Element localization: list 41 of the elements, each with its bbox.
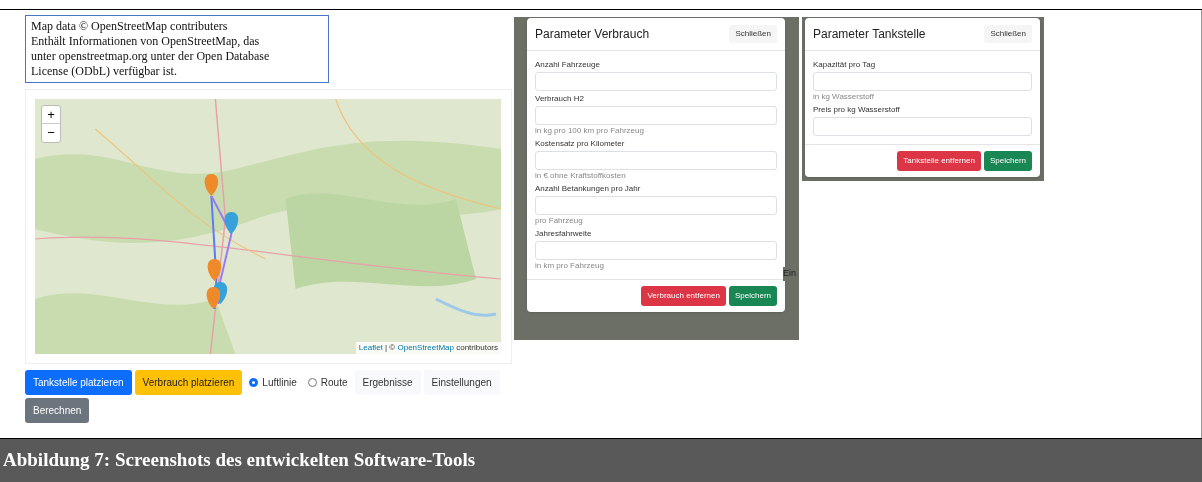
zoom-out-button[interactable]: −: [42, 124, 60, 142]
help-text: in € ohne Kraftstoffkosten: [535, 171, 627, 181]
radio-button[interactable]: [307, 378, 317, 387]
toolbar-button[interactable]: Berechnen: [25, 398, 90, 423]
modal-title: Parameter Verbrauch: [535, 26, 650, 43]
help-text: pro Fahrzeug: [535, 216, 584, 226]
help-text: in kg pro 100 km pro Fahrzeug: [535, 126, 645, 136]
input-field[interactable]: [535, 151, 777, 170]
zoom-in-button[interactable]: +: [42, 106, 60, 124]
field-label: Kapazität pro Tag: [813, 60, 877, 70]
help-text: in km pro Fahrzeug: [535, 261, 605, 271]
input-field[interactable]: [535, 72, 777, 91]
remove-button[interactable]: Tankstelle entfernen: [897, 151, 981, 171]
figure-caption: Abbildung 7: Screenshots des entwickelten Software-Tools: [0, 438, 1202, 482]
input-field[interactable]: [535, 196, 777, 215]
field-label: Anzahl Betankungen pro Jahr: [535, 184, 642, 194]
toolbar-button[interactable]: Ergebnisse: [354, 370, 421, 395]
toolbar-button[interactable]: Verbrauch platzieren: [134, 370, 243, 395]
radio-button[interactable]: [249, 378, 259, 387]
attribution-note: Map data © OpenStreetMap contributers Enthält Informationen von OpenStreetMap, das unter openstreetmap.org unter der Open Database License (ODbL) verfügbar ist.: [25, 15, 329, 83]
save-button[interactable]: Speichern: [728, 286, 777, 306]
field-label: Preis pro kg Wasserstoff: [813, 105, 901, 115]
toolbar-button[interactable]: Einstellungen: [423, 370, 500, 395]
toolbar-button[interactable]: Tankstelle platzieren: [25, 370, 132, 395]
input-field[interactable]: [535, 241, 777, 260]
field-label: Kostensatz pro Kilometer: [535, 139, 626, 149]
remove-button[interactable]: Verbrauch entfernen: [641, 286, 726, 306]
modal-title: Parameter Tankstelle: [813, 26, 926, 43]
close-button[interactable]: Schließen: [729, 25, 777, 43]
map-attribution: Leaflet | © OpenStreetMap contributors: [355, 342, 501, 354]
field-label: Jahresfahrweite: [535, 229, 593, 239]
field-label: Anzahl Fahrzeuge: [535, 60, 601, 70]
close-button[interactable]: Schließen: [984, 25, 1032, 43]
input-field[interactable]: [813, 72, 1032, 91]
input-field[interactable]: [535, 106, 777, 125]
radio-option[interactable]: Route: [303, 370, 352, 395]
save-button[interactable]: Speichern: [983, 151, 1032, 171]
input-field[interactable]: [813, 117, 1032, 136]
field-label: Verbrauch H2: [535, 94, 585, 104]
help-text: in kg Wasserstoff: [813, 92, 875, 102]
radio-option[interactable]: Luftlinie: [245, 370, 301, 395]
